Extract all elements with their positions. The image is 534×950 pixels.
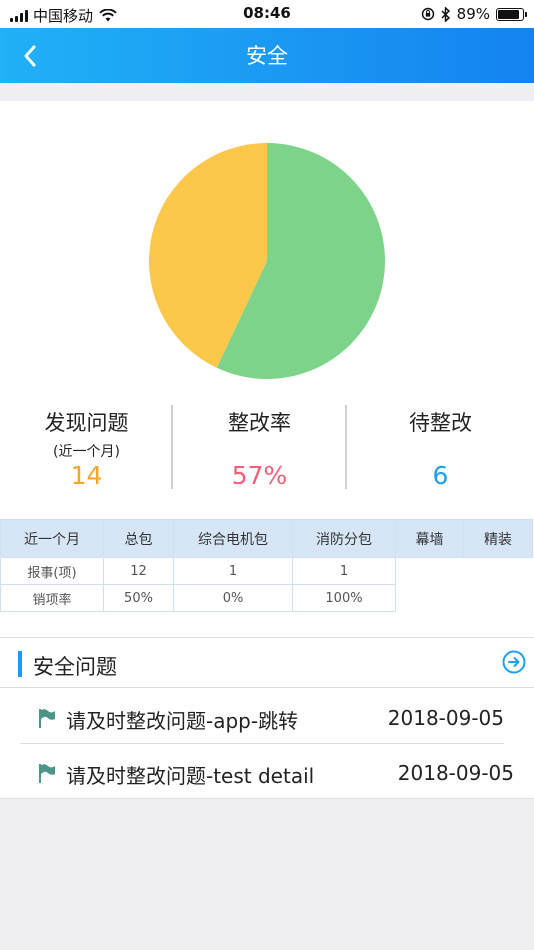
stats-table: 近一个月 总包 综合电机包 消防分包 幕墙 精装 报事(项) 12 1 1 销项…: [0, 519, 534, 612]
flag-icon: [39, 764, 55, 783]
summary-card: 发现问题 (近一个月) 14 整改率 57% 待整改 6 近一个月 总包 综合电…: [0, 101, 534, 637]
section-title: 安全问题: [33, 655, 117, 679]
status-bar: 中国移动 08:46 89%: [0, 0, 534, 28]
section-accent-bar: [18, 651, 22, 677]
stat-sub: [347, 441, 534, 461]
table-cell: 50%: [103, 584, 174, 612]
table-header: 精装: [463, 519, 533, 558]
issue-date: 2018-09-05: [387, 706, 504, 730]
nav-header: 安全: [0, 28, 534, 83]
battery-icon: [496, 7, 527, 21]
orientation-lock-icon: [421, 7, 434, 21]
issue-item[interactable]: 请及时整改问题-app-跳转 2018-09-05: [20, 690, 514, 746]
battery-percent: 89%: [456, 5, 490, 23]
status-right: 89%: [421, 5, 527, 23]
stat-label: 待整改: [409, 411, 472, 435]
issue-title: 请及时整改问题-test detail: [66, 764, 315, 788]
issue-item[interactable]: 请及时整改问题-test detail 2018-09-05: [20, 745, 514, 801]
stat-sub: [173, 441, 346, 461]
flag-icon: [39, 709, 55, 728]
stat-sub: (近一个月): [53, 444, 120, 460]
pie-svg: [148, 143, 385, 379]
table-cell: 销项率: [0, 584, 104, 612]
stat-pending: 待整改 6: [347, 399, 534, 495]
circle-arrow-right-icon: [502, 650, 526, 674]
table-cell: 1: [292, 557, 396, 585]
page-title: 安全: [246, 44, 288, 68]
section-header: 安全问题: [0, 638, 534, 688]
table-header: 综合电机包: [173, 519, 293, 558]
table-row: 报事(项) 12 1 1: [0, 557, 534, 585]
table-header: 消防分包: [292, 519, 396, 558]
divider: [20, 743, 504, 744]
stat-found-issues: 发现问题 (近一个月) 14: [0, 399, 173, 495]
stat-label: 整改率: [228, 411, 291, 435]
issue-title: 请及时整改问题-app-跳转: [66, 709, 299, 733]
stat-label: 发现问题: [44, 411, 129, 435]
table-cell: 0%: [173, 584, 293, 612]
table-cell: 1: [173, 557, 293, 585]
issue-date: 2018-09-05: [397, 761, 514, 785]
table-header: 近一个月: [0, 519, 104, 558]
stat-value: 14: [70, 461, 103, 490]
bluetooth-icon: [441, 6, 450, 22]
stat-rectify-rate: 整改率 57%: [173, 399, 346, 495]
table-cell: 100%: [292, 584, 396, 612]
battery-level: [498, 9, 520, 19]
table-header: 总包: [103, 519, 174, 558]
more-button[interactable]: [502, 650, 526, 674]
table-row: 销项率 50% 0% 100%: [0, 584, 534, 612]
table-cell: 报事(项): [0, 557, 104, 585]
table-header-row: 近一个月 总包 综合电机包 消防分包 幕墙 精装: [0, 519, 534, 558]
table-header: 幕墙: [395, 519, 464, 558]
stat-value: 6: [432, 461, 449, 490]
table-cell: 12: [103, 557, 174, 585]
stat-value: 57%: [231, 461, 288, 490]
pie-chart: [147, 141, 387, 381]
stats-row: 发现问题 (近一个月) 14 整改率 57% 待整改 6: [0, 399, 534, 495]
